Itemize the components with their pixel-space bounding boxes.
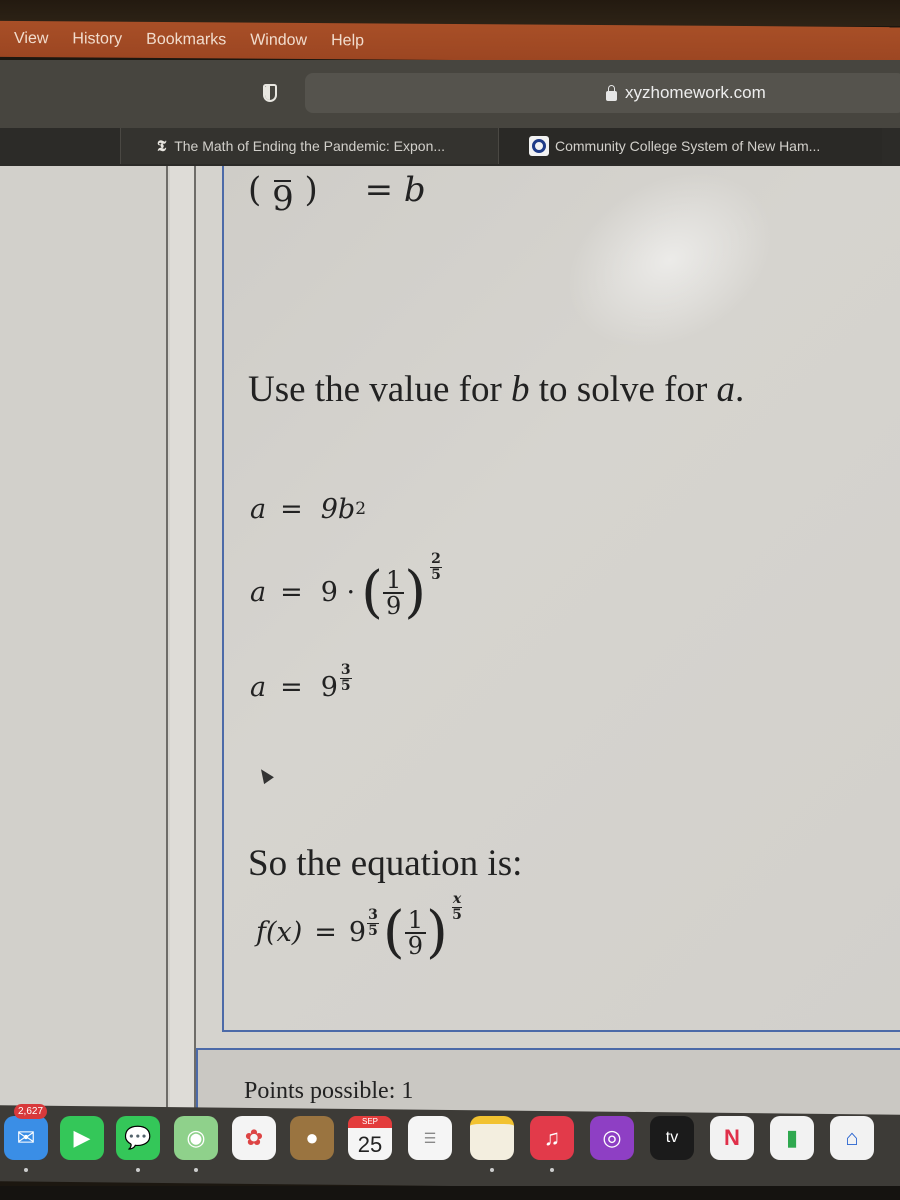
news-app-icon[interactable]: N	[710, 1116, 754, 1160]
tab-label: The Math of Ending the Pandemic: Expon..…	[174, 138, 446, 154]
photos-app-icon[interactable]: ✿	[232, 1116, 276, 1160]
menu-help[interactable]: Help	[331, 32, 364, 50]
calendar-app-icon[interactable]: SEP 25	[348, 1116, 392, 1160]
divider	[194, 166, 196, 1126]
equals-b: = b	[364, 170, 426, 210]
music-app-icon[interactable]: ♫	[530, 1116, 574, 1160]
final-equation: f(x) = 9 35 ( 19 ) x5	[256, 891, 463, 965]
running-indicator	[550, 1168, 554, 1172]
privacy-shield-icon[interactable]	[263, 84, 277, 102]
reminders-app-icon[interactable]: ☰	[408, 1116, 452, 1160]
tab-label: Community College System of New Ham...	[555, 138, 821, 154]
nyt-icon: 𝕿	[157, 137, 167, 155]
facetime-app-icon[interactable]: ▶	[60, 1116, 104, 1160]
conclusion-text: So the equation is:	[248, 843, 523, 884]
url-text: xyzhomework.com	[625, 83, 766, 102]
points-possible: Points possible: 1	[244, 1078, 414, 1104]
notes-app-icon[interactable]	[470, 1116, 514, 1160]
mail-badge: 2,627	[14, 1104, 48, 1119]
left-margin	[0, 166, 168, 1126]
menu-window[interactable]: Window	[250, 32, 307, 50]
step-1-equation: a = 9b 2	[250, 494, 367, 525]
menu-view[interactable]: View	[14, 30, 48, 48]
mail-app-icon[interactable]: ✉	[4, 1116, 48, 1160]
calendar-month: SEP	[348, 1116, 392, 1128]
menu-bar: View History Bookmarks Window Help	[0, 20, 900, 64]
side-column	[170, 166, 196, 1126]
step-2-equation: a = 9 · ( 19 ) 25	[250, 551, 442, 625]
contacts-app-icon[interactable]: ●	[290, 1116, 334, 1160]
ccsnh-icon	[529, 136, 549, 156]
numbers-app-icon[interactable]: ▮	[770, 1116, 814, 1160]
menu-bookmarks[interactable]: Bookmarks	[146, 31, 226, 50]
running-indicator	[24, 1168, 28, 1172]
tab-nyt-article[interactable]: 𝕿 The Math of Ending the Pandemic: Expon…	[120, 128, 498, 164]
running-indicator	[490, 1168, 494, 1172]
divider	[166, 166, 168, 1126]
menu-history[interactable]: History	[72, 30, 122, 48]
step-3-equation: a = 9 35	[250, 662, 352, 703]
lock-icon	[606, 84, 617, 101]
instruction-text: Use the value for b to solve for a.	[248, 369, 745, 410]
running-indicator	[136, 1168, 140, 1172]
top-equation: ( 9 ) = b	[248, 170, 426, 219]
maps-app-icon[interactable]: ◉	[174, 1116, 218, 1160]
dock-shelf	[0, 1186, 900, 1200]
tv-app-icon[interactable]: tv	[650, 1116, 694, 1160]
address-bar[interactable]	[305, 73, 900, 113]
fraction-denominator: 9	[272, 179, 294, 219]
podcasts-app-icon[interactable]: ◎	[590, 1116, 634, 1160]
calendar-day: 25	[357, 1132, 383, 1157]
url-display[interactable]: xyzhomework.com	[606, 83, 766, 103]
keynote-app-icon[interactable]: ⌂	[830, 1116, 874, 1160]
running-indicator	[194, 1168, 198, 1172]
messages-app-icon[interactable]: 💬	[116, 1116, 160, 1160]
